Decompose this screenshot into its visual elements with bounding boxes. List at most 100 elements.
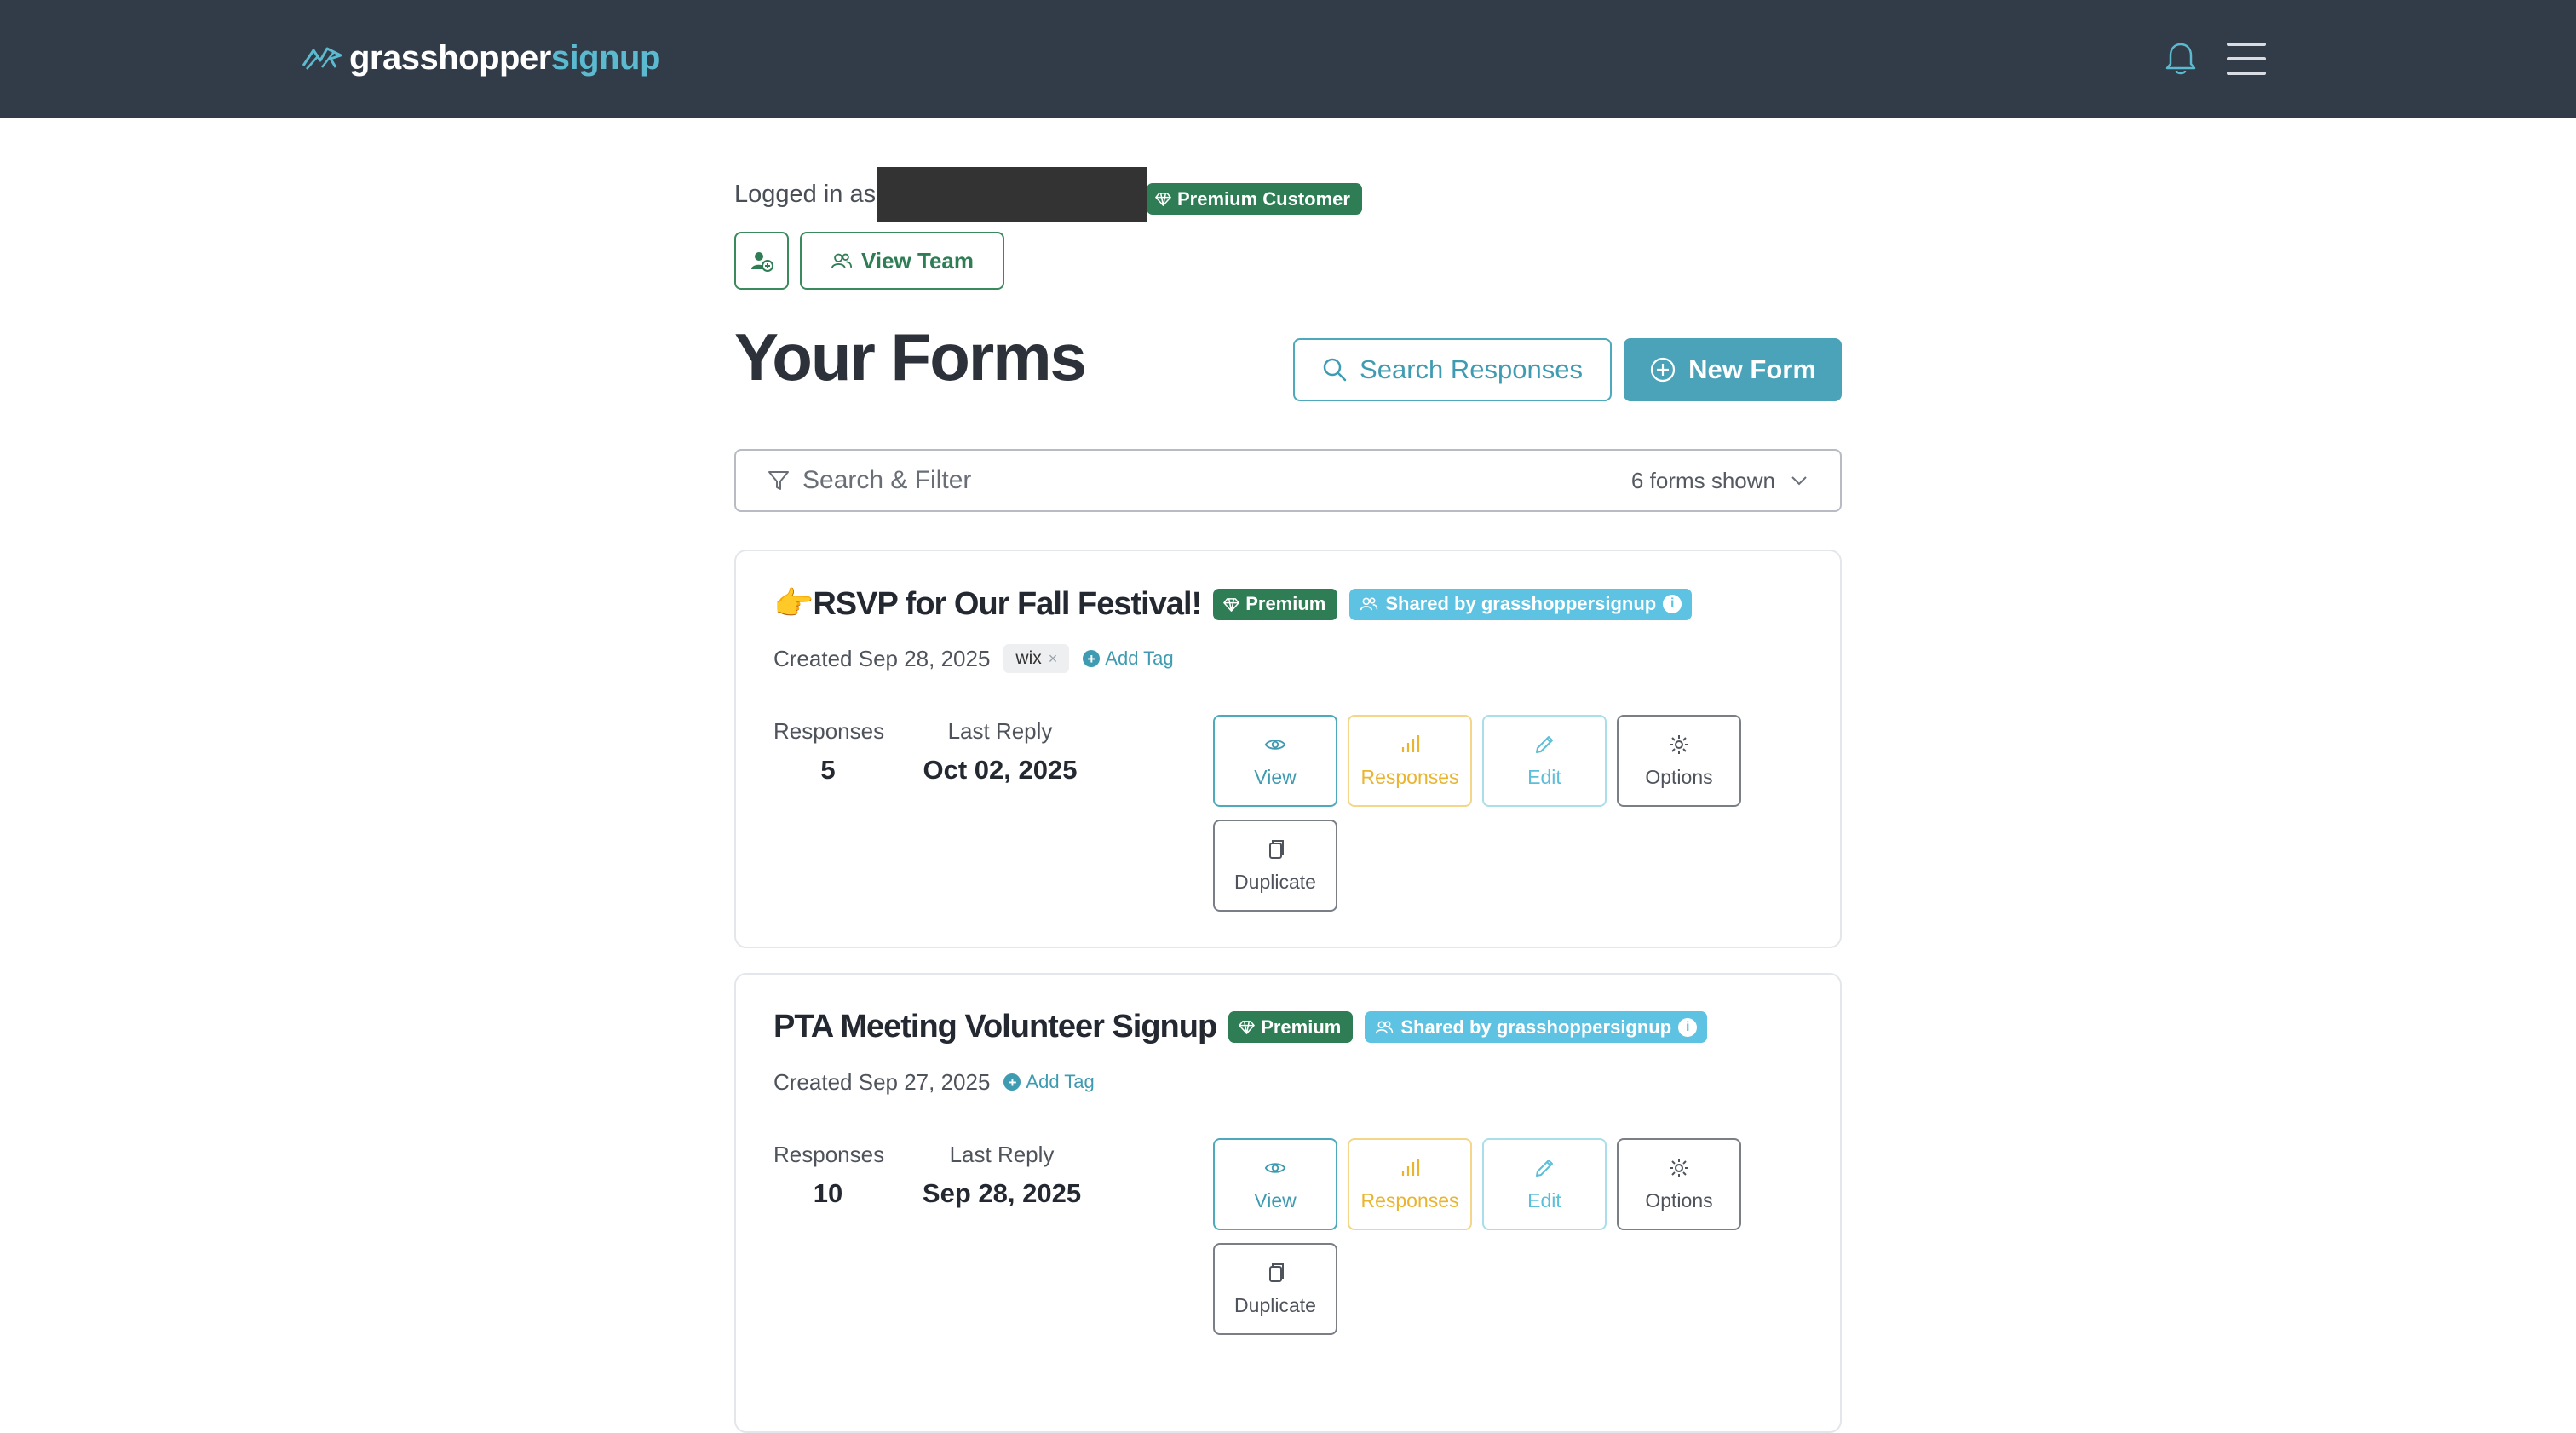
- created-date: Created Sep 27, 2025: [773, 1068, 991, 1095]
- responses-label: Responses: [773, 718, 885, 744]
- diamond-icon: [1155, 193, 1171, 206]
- view-team-label: View Team: [861, 247, 974, 273]
- diamond-icon: [1223, 597, 1240, 612]
- last-reply-date: Sep 28, 2025: [922, 1178, 1082, 1208]
- add-tag-link[interactable]: + Add Tag: [1083, 647, 1174, 670]
- add-tag-label: Add Tag: [1026, 1071, 1095, 1092]
- last-reply-stat: Last Reply Sep 28, 2025: [918, 1142, 1085, 1209]
- view-button[interactable]: View: [1213, 715, 1337, 807]
- forms-count: 6 forms shown: [1630, 467, 1775, 493]
- plus-circle-icon: [1650, 357, 1676, 383]
- team-icon: [1360, 597, 1378, 611]
- view-team-button[interactable]: View Team: [800, 232, 1004, 290]
- shared-badge-label: Shared by grasshoppersignup: [1400, 1016, 1672, 1038]
- add-user-button[interactable]: [734, 232, 789, 290]
- last-reply-label: Last Reply: [947, 718, 1053, 744]
- tag-label: wix: [1015, 648, 1042, 668]
- new-form-label: New Form: [1688, 354, 1816, 384]
- team-icon: [831, 253, 853, 268]
- info-icon[interactable]: i: [1678, 1017, 1698, 1037]
- last-reply-label: Last Reply: [949, 1142, 1055, 1167]
- options-label: Options: [1645, 765, 1713, 788]
- info-icon[interactable]: i: [1663, 595, 1682, 613]
- shared-badge: Shared by grasshoppersignup i: [1349, 588, 1693, 620]
- duplicate-label: Duplicate: [1234, 870, 1316, 893]
- copy-icon: [1269, 839, 1284, 859]
- premium-badge-label: Premium: [1245, 593, 1326, 614]
- team-icon: [1376, 1021, 1394, 1033]
- last-reply-date: Oct 02, 2025: [923, 755, 1078, 785]
- premium-customer-badge: Premium Customer: [1147, 183, 1362, 215]
- form-card: PTA Meeting Volunteer Signup Premium Sha…: [734, 973, 1842, 1433]
- add-user-icon: [751, 252, 773, 272]
- pencil-icon: [1536, 735, 1553, 753]
- options-button[interactable]: Options: [1617, 1138, 1741, 1230]
- search-icon: [1323, 358, 1347, 382]
- responses-button[interactable]: Responses: [1348, 715, 1472, 807]
- redacted-username: [877, 167, 1147, 222]
- responses-button-label: Responses: [1360, 1188, 1459, 1211]
- view-button[interactable]: View: [1213, 1138, 1337, 1230]
- pointing-hand-emoji: 👉: [773, 586, 814, 622]
- created-date: Created Sep 28, 2025: [773, 645, 991, 671]
- bar-chart-icon: [1401, 734, 1420, 752]
- duplicate-label: Duplicate: [1234, 1293, 1316, 1316]
- premium-customer-label: Premium Customer: [1177, 187, 1350, 210]
- search-responses-button[interactable]: Search Responses: [1293, 338, 1612, 401]
- search-filter-label: Search & Filter: [802, 466, 972, 494]
- logged-in-label: Logged in as: [734, 180, 877, 208]
- form-title-text: RSVP for Our Fall Festival!: [813, 586, 1202, 622]
- form-title[interactable]: 👉RSVP for Our Fall Festival!: [773, 585, 1202, 623]
- responses-button-label: Responses: [1360, 765, 1459, 788]
- responses-count: 5: [820, 755, 836, 785]
- brand-logo[interactable]: grasshoppersignup: [302, 34, 660, 82]
- form-title[interactable]: PTA Meeting Volunteer Signup: [773, 1009, 1217, 1045]
- search-filter-bar[interactable]: Search & Filter 6 forms shown: [734, 449, 1842, 512]
- add-tag-link[interactable]: + Add Tag: [1003, 1071, 1095, 1093]
- hamburger-menu-icon[interactable]: [2227, 43, 2266, 75]
- pencil-icon: [1536, 1159, 1553, 1177]
- filter-icon: [768, 471, 789, 490]
- responses-label: Responses: [773, 1142, 885, 1167]
- options-button[interactable]: Options: [1617, 715, 1741, 807]
- shared-badge: Shared by grasshoppersignup i: [1365, 1011, 1708, 1043]
- plus-icon: +: [1003, 1073, 1021, 1091]
- new-form-button[interactable]: New Form: [1624, 338, 1842, 401]
- responses-stat: Responses 5: [773, 718, 885, 786]
- copy-icon: [1269, 1263, 1284, 1282]
- responses-count: 10: [813, 1178, 843, 1208]
- grasshopper-logo-icon: [302, 47, 342, 70]
- top-navbar: grasshoppersignup: [0, 0, 2576, 118]
- view-label: View: [1254, 1188, 1297, 1211]
- last-reply-stat: Last Reply Oct 02, 2025: [918, 718, 1082, 786]
- responses-button[interactable]: Responses: [1348, 1138, 1472, 1230]
- responses-stat: Responses 10: [773, 1142, 885, 1209]
- bell-icon[interactable]: [2164, 41, 2198, 77]
- premium-badge: Premium: [1213, 588, 1338, 620]
- eye-icon: [1264, 1162, 1286, 1173]
- view-label: View: [1254, 765, 1297, 788]
- edit-label: Edit: [1527, 1188, 1561, 1211]
- diamond-icon: [1239, 1021, 1255, 1034]
- search-responses-label: Search Responses: [1360, 354, 1583, 384]
- bar-chart-icon: [1401, 1158, 1420, 1176]
- edit-button[interactable]: Edit: [1482, 715, 1607, 807]
- shared-badge-label: Shared by grasshoppersignup: [1385, 593, 1657, 614]
- plus-icon: +: [1083, 650, 1101, 667]
- logo-text-signup: signup: [550, 38, 661, 77]
- edit-label: Edit: [1527, 765, 1561, 788]
- page-title: Your Forms: [734, 319, 1087, 394]
- remove-tag-icon[interactable]: ×: [1049, 650, 1058, 668]
- gear-icon: [1670, 1158, 1688, 1177]
- edit-button[interactable]: Edit: [1482, 1138, 1607, 1230]
- premium-badge: Premium: [1228, 1011, 1354, 1043]
- options-label: Options: [1645, 1188, 1713, 1211]
- tag-chip: wix ×: [1003, 644, 1070, 673]
- form-card: 👉RSVP for Our Fall Festival! Premium Sha…: [734, 550, 1842, 948]
- duplicate-button[interactable]: Duplicate: [1213, 1243, 1337, 1335]
- premium-badge-label: Premium: [1261, 1016, 1342, 1038]
- eye-icon: [1264, 739, 1286, 750]
- gear-icon: [1670, 734, 1688, 754]
- chevron-down-icon: [1791, 476, 1807, 486]
- duplicate-button[interactable]: Duplicate: [1213, 820, 1337, 912]
